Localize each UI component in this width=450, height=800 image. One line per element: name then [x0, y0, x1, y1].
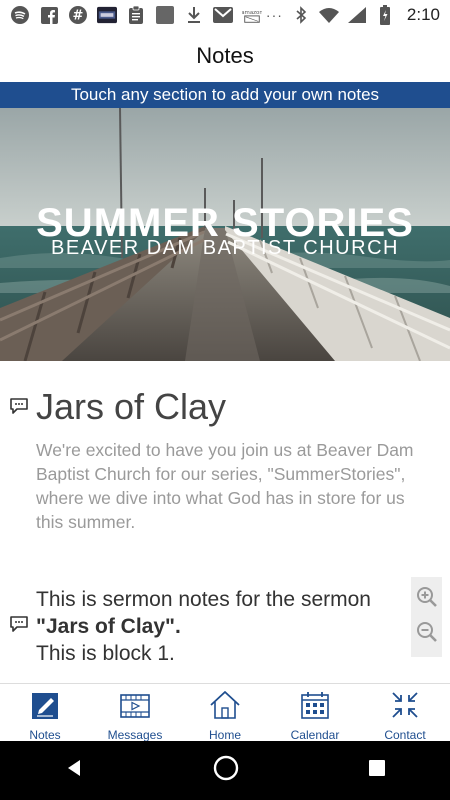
status-time: 2:10 [406, 5, 440, 24]
tab-home[interactable]: Home [180, 684, 270, 742]
svg-text:#: # [73, 9, 84, 24]
app-bar: Notes [0, 30, 450, 83]
calendar-icon [300, 690, 330, 725]
svg-text:amazon: amazon [242, 10, 262, 16]
tab-messages[interactable]: Messages [90, 684, 180, 742]
contact-icon [390, 690, 420, 725]
more-notifications-icon: ··· [265, 7, 283, 23]
home-icon [209, 690, 241, 725]
series-intro-text[interactable]: We're excited to have you join us at Bea… [36, 438, 416, 534]
spotify-icon [10, 5, 30, 25]
recents-icon[interactable] [368, 759, 386, 782]
add-notes-banner: Touch any section to add your own notes [0, 82, 450, 108]
series-hero-image[interactable]: SUMMER STORIES BEAVER DAM BAPTIST CHURCH [0, 108, 450, 361]
tab-notes-label: Notes [29, 728, 61, 742]
sermon-notes-block[interactable]: This is sermon notes for the sermon "Jar… [36, 586, 406, 667]
block-line-1: This is sermon notes for the sermon [36, 588, 371, 611]
battery-icon [375, 5, 395, 25]
facebook-icon [39, 5, 59, 25]
zoom-in-icon[interactable] [416, 586, 438, 613]
tab-home-label: Home [208, 728, 241, 742]
square-app-icon [155, 5, 175, 25]
system-nav-bar [0, 741, 450, 800]
download-icon [184, 5, 204, 25]
sermon-title[interactable]: Jars of Clay [36, 386, 226, 428]
block-sermon-name: "Jars of Clay". [36, 615, 181, 638]
film-icon [120, 690, 150, 725]
pier-photo: SUMMER STORIES BEAVER DAM BAPTIST CHURCH [0, 108, 450, 361]
gmail-icon [213, 5, 233, 25]
tab-contact[interactable]: Contact [360, 684, 450, 742]
bluetooth-icon [291, 5, 311, 25]
notes-icon [31, 690, 59, 725]
block-line-3: This is block 1. [36, 642, 175, 665]
page-title: Notes [196, 43, 254, 68]
banner-text: Touch any section to add your own notes [70, 85, 380, 104]
tab-calendar-label: Calendar [290, 728, 340, 742]
signal-icon [347, 5, 367, 25]
add-note-icon[interactable] [9, 616, 29, 632]
bottom-tab-bar: Notes Messages Home Calendar Contact [0, 683, 450, 742]
wifi-icon [318, 5, 339, 25]
tab-contact-label: Contact [384, 728, 426, 742]
back-icon[interactable] [64, 758, 84, 783]
tab-calendar[interactable]: Calendar [270, 684, 360, 742]
add-note-icon[interactable] [9, 398, 29, 414]
tab-messages-label: Messages [107, 728, 163, 742]
amazon-icon: amazon [242, 5, 262, 25]
home-circle-icon[interactable] [213, 755, 239, 786]
slack-icon: # [68, 5, 88, 25]
zoom-controls [411, 577, 442, 657]
clipboard-icon [126, 5, 146, 25]
status-bar: # amazon ··· 2:10 [0, 0, 450, 30]
game-thumbnail-icon [97, 5, 117, 25]
zoom-out-icon[interactable] [416, 621, 438, 648]
hero-subhead: BEAVER DAM BAPTIST CHURCH [51, 237, 399, 259]
tab-notes[interactable]: Notes [0, 684, 90, 742]
